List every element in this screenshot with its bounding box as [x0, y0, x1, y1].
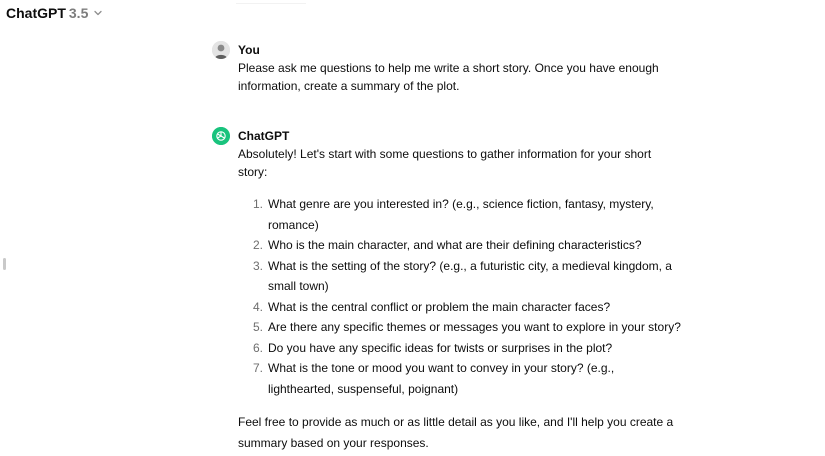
list-item: 3. What is the setting of the story? (e.g…: [253, 258, 672, 294]
list-item: 4. What is the central conflict or proble…: [253, 299, 611, 314]
model-selector[interactable]: ChatGPT 3.5: [6, 5, 103, 21]
assistant-closing-text: Feel free to provide as much or as littl…: [238, 415, 674, 450]
model-name: ChatGPT: [6, 5, 66, 21]
list-item: 2. Who is the main character, and what ar…: [253, 238, 642, 252]
list-item: 1. What genre are you interested in? (e.g…: [253, 197, 654, 232]
chatgpt-logo-icon: [212, 127, 230, 145]
assistant-message-body: Absolutely! Let's start with some questi…: [238, 145, 682, 456]
list-item: 6. Do you have any specific ideas for twi…: [253, 340, 613, 355]
sidebar-toggle-handle[interactable]: [3, 258, 6, 270]
user-author-label: You: [238, 43, 260, 57]
assistant-author-label: ChatGPT: [238, 129, 290, 143]
user-avatar: [212, 41, 230, 59]
question-list: 1. What genre are you interested in? (e.g…: [238, 194, 682, 399]
list-item: 5. Are there any specific themes or messa…: [253, 320, 681, 334]
user-message-text: Please ask me questions to help me write…: [238, 61, 659, 93]
chevron-down-icon: [94, 10, 103, 16]
chat-page: ChatGPT 3.5 You Please ask me questions …: [0, 0, 825, 456]
assistant-intro-text: Absolutely! Let's start with some questi…: [238, 147, 652, 179]
list-item: 7. What is the tone or mood you want to c…: [253, 361, 615, 396]
previous-message-edge: [236, 0, 306, 4]
model-version: 3.5: [68, 5, 89, 21]
